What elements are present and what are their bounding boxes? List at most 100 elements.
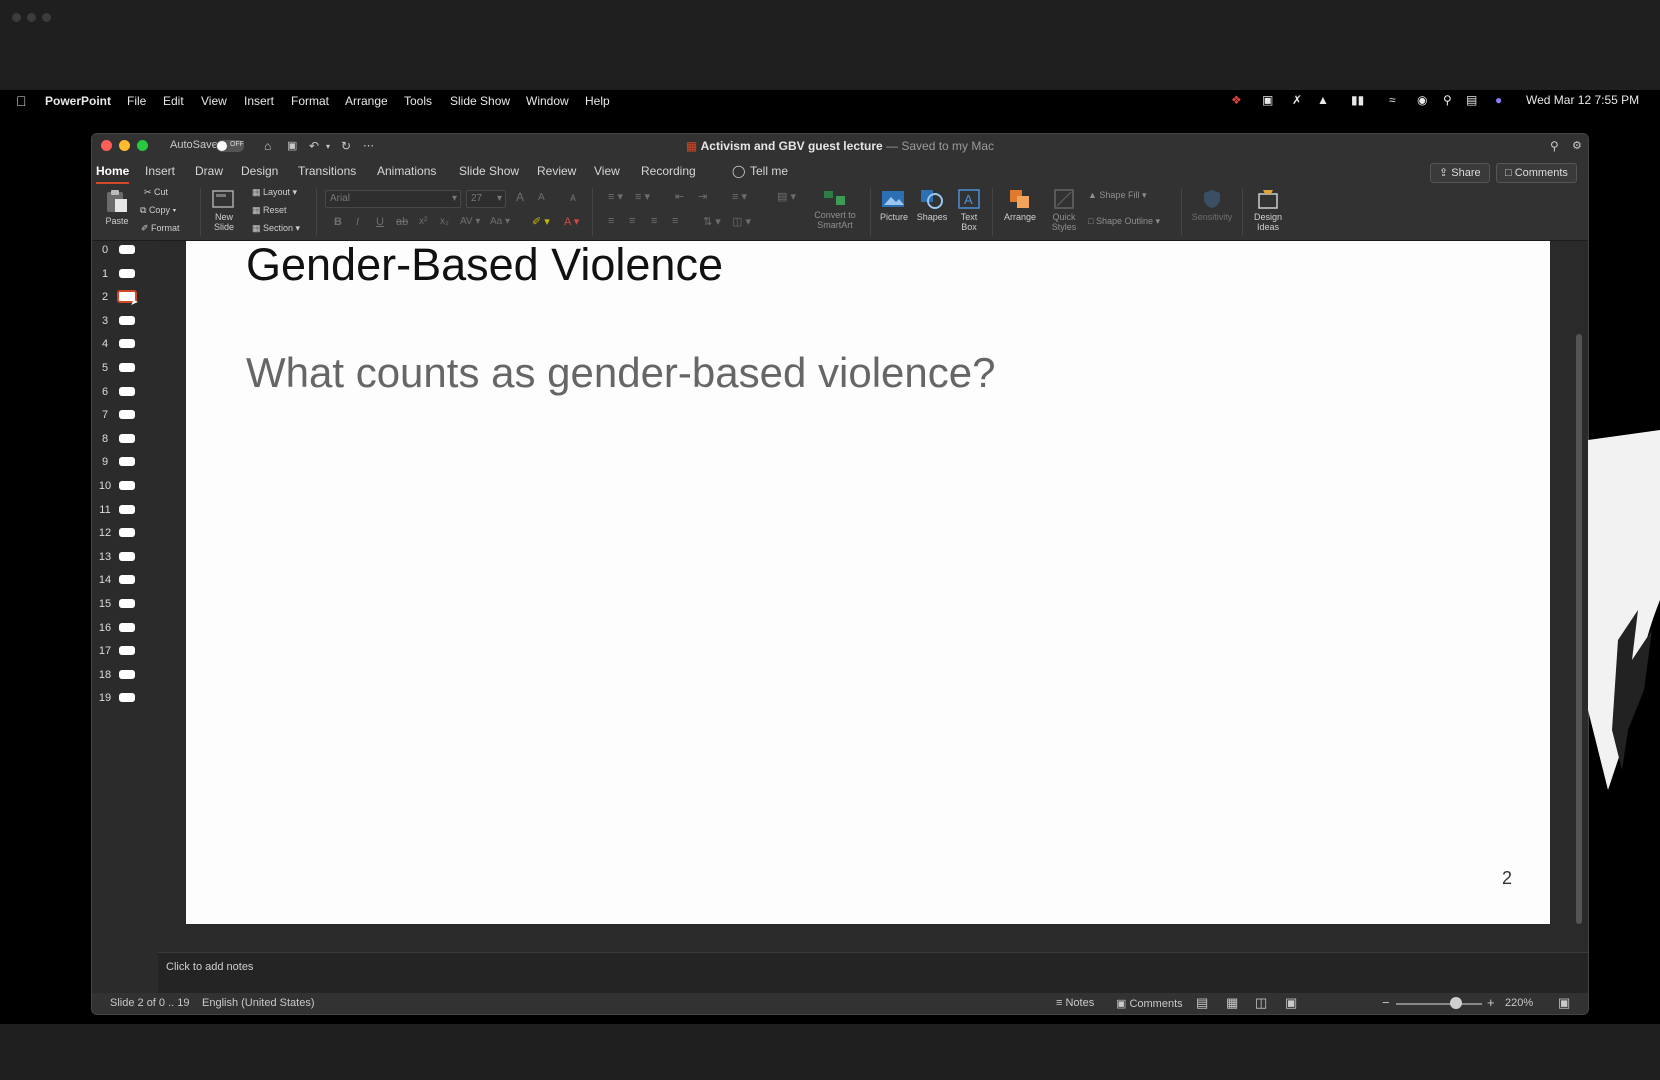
user-icon[interactable]: ◉: [1417, 93, 1427, 107]
zoom-slider-track[interactable]: [1396, 1003, 1482, 1005]
notion-icon[interactable]: ▣: [1262, 93, 1273, 107]
notes-pane[interactable]: Click to add notes: [158, 952, 1588, 993]
shape-outline-button[interactable]: □ Shape Outline ▾: [1088, 216, 1160, 227]
slide-thumbnail[interactable]: 16: [92, 619, 158, 639]
cut-button[interactable]: ✂ Cut: [144, 187, 168, 198]
search-icon[interactable]: ⚲: [1550, 139, 1559, 153]
slide-thumbnail[interactable]: 12: [92, 524, 158, 544]
share-button[interactable]: ⇪ Share: [1430, 163, 1490, 183]
shapes-button[interactable]: Shapes: [914, 188, 950, 222]
picture-button[interactable]: Picture: [876, 188, 912, 222]
slide-thumbnail[interactable]: 0: [92, 241, 158, 261]
menu-file[interactable]: File: [127, 94, 146, 108]
sensitivity-button[interactable]: Sensitivity: [1186, 188, 1238, 222]
section-button[interactable]: ▦ Section ▾: [252, 223, 300, 234]
font-color-icon[interactable]: A ▾: [564, 215, 579, 228]
bold-icon[interactable]: B: [334, 216, 342, 228]
bullets-icon[interactable]: ≡ ▾: [608, 190, 623, 203]
align-center-icon[interactable]: ≡: [629, 215, 635, 227]
layout-button[interactable]: ▦ Layout ▾: [252, 187, 297, 198]
copy-button[interactable]: ⧉ Copy ▾: [140, 205, 176, 216]
menu-help[interactable]: Help: [585, 94, 610, 108]
malwarebytes-icon[interactable]: ▲: [1317, 93, 1329, 107]
tab-review[interactable]: Review: [537, 164, 576, 178]
arrange-button[interactable]: Arrange: [998, 188, 1042, 222]
slide-thumbnail[interactable]: 10: [92, 477, 158, 497]
decrease-font-size-icon[interactable]: A: [538, 192, 545, 203]
fit-to-window-icon[interactable]: ▣: [1558, 995, 1570, 1011]
collaborate-icon[interactable]: ⚙: [1572, 139, 1582, 152]
comments-toggle-button[interactable]: ▣ Comments: [1116, 997, 1183, 1010]
gift-icon[interactable]: ❖: [1231, 93, 1242, 107]
tab-animations[interactable]: Animations: [377, 164, 436, 178]
underline-icon[interactable]: U: [376, 216, 384, 228]
strikethrough-icon[interactable]: ab: [396, 216, 408, 228]
slide-thumbnail[interactable]: 7: [92, 406, 158, 426]
vertical-scrollbar[interactable]: [1576, 334, 1582, 924]
convert-smartart-button[interactable]: Convert to SmartArt: [807, 188, 863, 230]
columns-icon[interactable]: ◫ ▾: [732, 215, 751, 228]
wifi-icon[interactable]: ≈: [1389, 93, 1396, 107]
increase-indent-icon[interactable]: ⇥: [698, 190, 707, 203]
align-left-icon[interactable]: ≡: [608, 215, 614, 227]
subscript-icon[interactable]: x₂: [440, 216, 449, 227]
tab-transitions[interactable]: Transitions: [298, 164, 356, 178]
slideshow-view-icon[interactable]: ▣: [1285, 995, 1297, 1011]
tab-recording[interactable]: Recording: [641, 164, 696, 178]
control-center-icon[interactable]: ▤: [1466, 93, 1477, 107]
new-slide-button[interactable]: New Slide: [206, 188, 242, 232]
apple-icon[interactable]: : [16, 93, 27, 109]
menu-insert[interactable]: Insert: [244, 94, 274, 108]
bluetooth-icon[interactable]: ✗: [1292, 93, 1302, 107]
slide-title[interactable]: Gender-Based Violence: [246, 241, 723, 291]
slide-thumbnail[interactable]: 19: [92, 689, 158, 709]
battery-icon[interactable]: ▮▮: [1351, 93, 1364, 107]
reading-view-icon[interactable]: ◫: [1255, 995, 1267, 1011]
spotlight-search-icon[interactable]: ⚲: [1443, 93, 1452, 107]
menubar-datetime[interactable]: Wed Mar 12 7:55 PM: [1526, 93, 1639, 107]
menu-slide-show[interactable]: Slide Show: [450, 94, 510, 108]
design-ideas-button[interactable]: Design Ideas: [1248, 188, 1288, 232]
zoom-out-icon[interactable]: −: [1382, 995, 1390, 1010]
paste-button[interactable]: Paste: [100, 188, 134, 226]
slide-thumbnail[interactable]: 17: [92, 642, 158, 662]
menu-tools[interactable]: Tools: [404, 94, 432, 108]
decrease-indent-icon[interactable]: ⇤: [675, 190, 684, 203]
line-spacing-icon[interactable]: ≡ ▾: [732, 190, 747, 203]
menu-edit[interactable]: Edit: [163, 94, 184, 108]
tab-design[interactable]: Design: [241, 164, 278, 178]
tab-view[interactable]: View: [594, 164, 620, 178]
slide-thumbnail[interactable]: 6: [92, 383, 158, 403]
superscript-icon[interactable]: x²: [419, 216, 427, 227]
menu-window[interactable]: Window: [526, 94, 569, 108]
text-direction-icon[interactable]: ⇅ ▾: [703, 215, 721, 228]
slide-thumbnail[interactable]: 3: [92, 312, 158, 332]
slide-thumbnail[interactable]: 1: [92, 265, 158, 285]
font-size-select[interactable]: 27 ▾: [466, 190, 506, 208]
menu-arrange[interactable]: Arrange: [345, 94, 388, 108]
slide-thumbnail[interactable]: 15: [92, 595, 158, 615]
slide-thumbnail[interactable]: 18: [92, 666, 158, 686]
tab-draw[interactable]: Draw: [195, 164, 223, 178]
menu-app-name[interactable]: PowerPoint: [45, 94, 111, 108]
zoom-in-icon[interactable]: +: [1487, 995, 1495, 1010]
font-name-select[interactable]: Arial ▾: [325, 190, 461, 208]
slide-thumbnail[interactable]: 4: [92, 335, 158, 355]
slide-body-text[interactable]: What counts as gender-based violence?: [246, 349, 995, 397]
italic-icon[interactable]: I: [356, 216, 359, 228]
zoom-slider-knob[interactable]: [1450, 997, 1462, 1009]
slide-thumbnail-selected[interactable]: 2 ➤: [92, 288, 158, 308]
tab-slide-show[interactable]: Slide Show: [459, 164, 519, 178]
slide-thumbnail[interactable]: 14: [92, 571, 158, 591]
normal-view-icon[interactable]: ▤: [1196, 995, 1208, 1011]
tab-insert[interactable]: Insert: [145, 164, 175, 178]
justify-icon[interactable]: ≡: [672, 215, 678, 227]
tab-home[interactable]: Home: [96, 164, 130, 184]
menu-format[interactable]: Format: [291, 94, 329, 108]
comments-button[interactable]: □ Comments: [1496, 163, 1577, 183]
align-right-icon[interactable]: ≡: [651, 215, 657, 227]
siri-icon[interactable]: ●: [1495, 93, 1502, 107]
character-spacing-icon[interactable]: AV ▾: [460, 216, 480, 227]
current-slide[interactable]: Gender-Based Violence What counts as gen…: [186, 241, 1550, 924]
tell-me-box[interactable]: Tell me: [750, 164, 788, 178]
